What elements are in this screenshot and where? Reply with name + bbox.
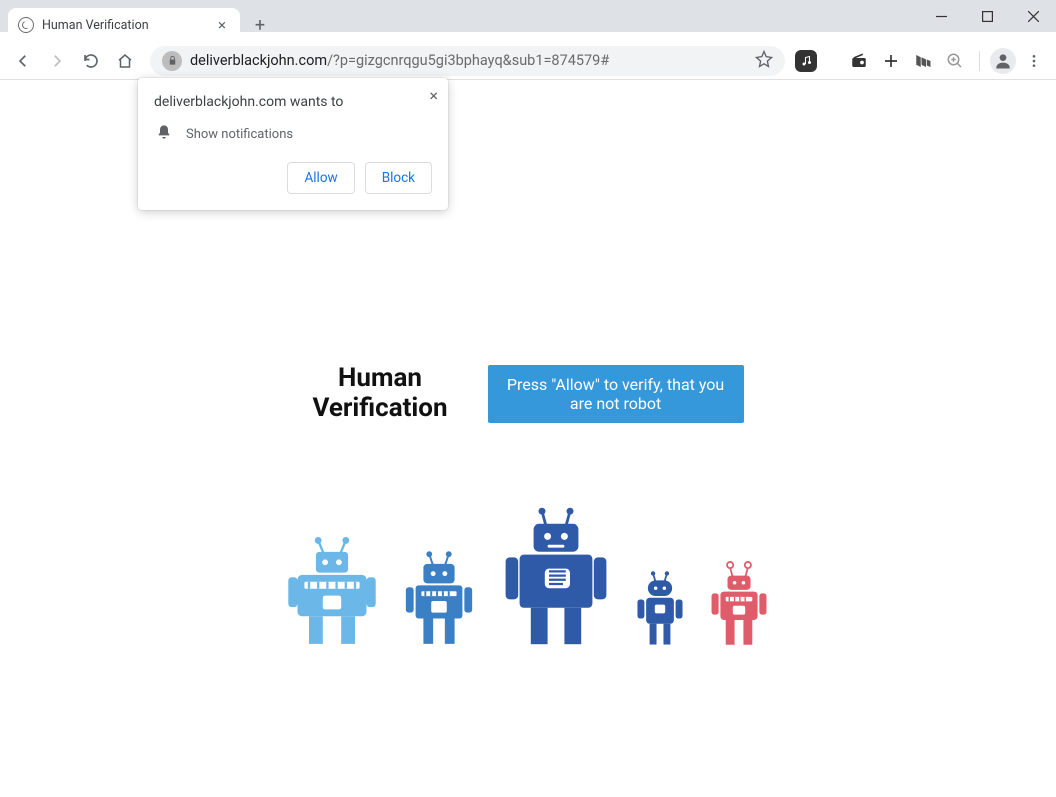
popup-title: deliverblackjohn.com wants to xyxy=(154,94,432,110)
bell-icon xyxy=(156,124,172,144)
url-path: /?p=gizgcnrqgu5gi3bphayq&sub1=874579# xyxy=(327,52,609,69)
extension-music-icon[interactable] xyxy=(795,50,817,72)
lock-icon[interactable] xyxy=(162,51,182,71)
window-maximize-button[interactable] xyxy=(964,0,1010,32)
extension-add-icon[interactable] xyxy=(877,47,905,75)
heading-row: Human Verification Press "Allow" to veri… xyxy=(312,364,743,424)
window-minimize-button[interactable] xyxy=(918,0,964,32)
robot-icon-2 xyxy=(400,548,478,650)
popup-close-button[interactable]: × xyxy=(429,86,438,105)
tab-strip: Human Verification × + xyxy=(8,8,274,42)
new-tab-button[interactable]: + xyxy=(246,11,274,39)
home-button[interactable] xyxy=(110,46,140,76)
robot-icon-4 xyxy=(634,568,686,650)
url-domain: deliverblackjohn.com xyxy=(190,52,327,69)
bookmark-star-icon[interactable] xyxy=(755,50,773,72)
browser-toolbar: deliverblackjohn.com/?p=gizgcnrqgu5gi3bp… xyxy=(0,42,1056,80)
globe-icon xyxy=(18,17,34,33)
robot-icon-5 xyxy=(708,558,770,650)
toolbar-divider xyxy=(979,51,980,71)
profile-avatar-button[interactable] xyxy=(990,48,1016,74)
window-close-button[interactable] xyxy=(1010,0,1056,32)
heading-line1: Human xyxy=(338,363,422,393)
browser-tab[interactable]: Human Verification × xyxy=(8,8,240,42)
url-text: deliverblackjohn.com/?p=gizgcnrqgu5gi3bp… xyxy=(190,52,747,69)
robots-illustration xyxy=(286,504,770,650)
tab-title: Human Verification xyxy=(42,18,206,33)
address-bar[interactable]: deliverblackjohn.com/?p=gizgcnrqgu5gi3bp… xyxy=(150,46,785,76)
notification-permission-popup: × deliverblackjohn.com wants to Show not… xyxy=(138,78,448,210)
popup-permission-text: Show notifications xyxy=(186,127,293,142)
allow-button[interactable]: Allow xyxy=(287,162,354,194)
extension-zoom-icon[interactable] xyxy=(941,47,969,75)
extension-stack-icon[interactable] xyxy=(909,47,937,75)
heading-line2: Verification xyxy=(312,393,447,423)
page-heading: Human Verification xyxy=(312,364,447,424)
chrome-menu-button[interactable] xyxy=(1020,47,1048,75)
robot-icon-3 xyxy=(500,504,612,650)
robot-icon-1 xyxy=(286,532,378,650)
back-button[interactable] xyxy=(8,46,38,76)
tab-close-button[interactable]: × xyxy=(214,16,230,34)
extension-radio-icon[interactable] xyxy=(845,47,873,75)
forward-button[interactable] xyxy=(42,46,72,76)
reload-button[interactable] xyxy=(76,46,106,76)
press-allow-banner: Press "Allow" to verify, that you are no… xyxy=(488,365,744,423)
block-button[interactable]: Block xyxy=(365,162,432,194)
